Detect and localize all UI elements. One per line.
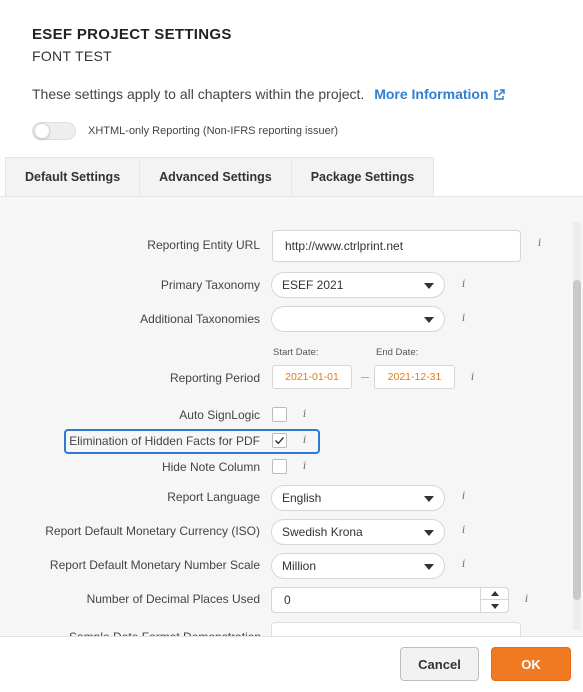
- tab-package-settings[interactable]: Package Settings: [291, 157, 435, 197]
- number-scale-info-icon[interactable]: i: [462, 559, 465, 570]
- chevron-down-icon: [424, 496, 434, 502]
- chevron-down-icon: [490, 603, 499, 609]
- chevron-down-icon: [424, 564, 434, 570]
- auto-signlogic-label: Auto SignLogic: [179, 408, 260, 422]
- report-language-info-icon[interactable]: i: [462, 491, 465, 502]
- additional-taxonomies-info-icon[interactable]: i: [462, 313, 465, 324]
- monetary-currency-select[interactable]: Swedish Krona: [271, 519, 445, 545]
- chevron-down-icon: [424, 283, 434, 289]
- start-date-label: Start Date:: [273, 347, 319, 358]
- decimal-places-value: 0: [284, 593, 291, 607]
- hide-note-column-label: Hide Note Column: [161, 460, 260, 474]
- elimination-hidden-facts-label: Elimination of Hidden Facts for PDF: [69, 434, 260, 448]
- chevron-down-icon: [424, 317, 434, 323]
- monetary-currency-label: Report Default Monetary Currency (ISO): [45, 524, 260, 538]
- end-date-input[interactable]: 2021-12-31: [374, 365, 455, 389]
- report-language-value: English: [282, 491, 322, 505]
- entity-url-label: Reporting Entity URL: [147, 238, 260, 252]
- reporting-period-label: Reporting Period: [169, 371, 260, 385]
- end-date-label: End Date:: [376, 347, 419, 358]
- entity-url-info-icon[interactable]: i: [538, 238, 541, 249]
- number-scale-label: Report Default Monetary Number Scale: [49, 558, 260, 572]
- decimal-places-stepper[interactable]: 0: [271, 587, 509, 613]
- chevron-up-icon: [490, 591, 499, 596]
- more-information-label: More Information: [374, 86, 489, 102]
- esef-settings-dialog: ESEF PROJECT SETTINGS FONT TEST These se…: [0, 0, 583, 692]
- start-date-input[interactable]: 2021-01-01: [272, 365, 352, 389]
- entity-url-input[interactable]: http://www.ctrlprint.net: [272, 230, 521, 262]
- tab-advanced-settings[interactable]: Advanced Settings: [140, 157, 292, 197]
- report-language-select[interactable]: English: [271, 485, 445, 511]
- additional-taxonomies-select[interactable]: [271, 306, 445, 332]
- report-language-label: Report Language: [167, 490, 260, 504]
- xhtml-only-label: XHTML-only Reporting (Non-IFRS reporting…: [88, 125, 339, 137]
- primary-taxonomy-select[interactable]: ESEF 2021: [271, 272, 445, 298]
- number-scale-value: Million: [282, 559, 317, 573]
- additional-taxonomies-label: Additional Taxonomies: [140, 312, 260, 326]
- monetary-currency-info-icon[interactable]: i: [462, 525, 465, 536]
- panel-scrollbar[interactable]: [573, 222, 581, 630]
- primary-taxonomy-label: Primary Taxonomy: [160, 278, 260, 292]
- cancel-button[interactable]: Cancel: [400, 647, 479, 681]
- increment-button[interactable]: [480, 588, 508, 600]
- tab-default-settings[interactable]: Default Settings: [5, 157, 141, 197]
- project-name: FONT TEST: [32, 48, 112, 64]
- scrollbar-thumb[interactable]: [573, 280, 581, 600]
- elimination-hidden-facts-checkbox[interactable]: [272, 433, 287, 448]
- reporting-period-info-icon[interactable]: i: [471, 372, 474, 383]
- settings-description: These settings apply to all chapters wit…: [32, 86, 505, 104]
- external-link-icon: [493, 88, 505, 104]
- auto-signlogic-checkbox[interactable]: [272, 407, 287, 422]
- settings-tabs: Default Settings Advanced Settings Packa…: [5, 157, 435, 197]
- dialog-title: ESEF PROJECT SETTINGS: [32, 26, 232, 43]
- ok-button[interactable]: OK: [491, 647, 571, 681]
- primary-taxonomy-info-icon[interactable]: i: [462, 279, 465, 290]
- hide-note-column-info-icon[interactable]: i: [303, 461, 306, 472]
- elimination-hidden-facts-info-icon[interactable]: i: [303, 435, 306, 446]
- auto-signlogic-info-icon[interactable]: i: [303, 409, 306, 420]
- dialog-footer: Cancel OK: [0, 636, 583, 692]
- primary-taxonomy-value: ESEF 2021: [282, 278, 344, 292]
- monetary-currency-value: Swedish Krona: [282, 525, 363, 539]
- chevron-down-icon: [424, 530, 434, 536]
- checkmark-icon: [275, 437, 285, 445]
- decimal-places-info-icon[interactable]: i: [525, 594, 528, 605]
- hide-note-column-checkbox[interactable]: [272, 459, 287, 474]
- decimal-places-label: Number of Decimal Places Used: [86, 592, 260, 606]
- description-text: These settings apply to all chapters wit…: [32, 86, 365, 102]
- xhtml-only-toggle[interactable]: [32, 122, 76, 140]
- more-information-link[interactable]: More Information: [374, 86, 505, 104]
- xhtml-only-toggle-row: XHTML-only Reporting (Non-IFRS reporting…: [32, 122, 338, 140]
- decrement-button[interactable]: [480, 600, 508, 612]
- number-scale-select[interactable]: Million: [271, 553, 445, 579]
- toggle-knob: [34, 123, 50, 139]
- date-range-separator: [361, 377, 369, 378]
